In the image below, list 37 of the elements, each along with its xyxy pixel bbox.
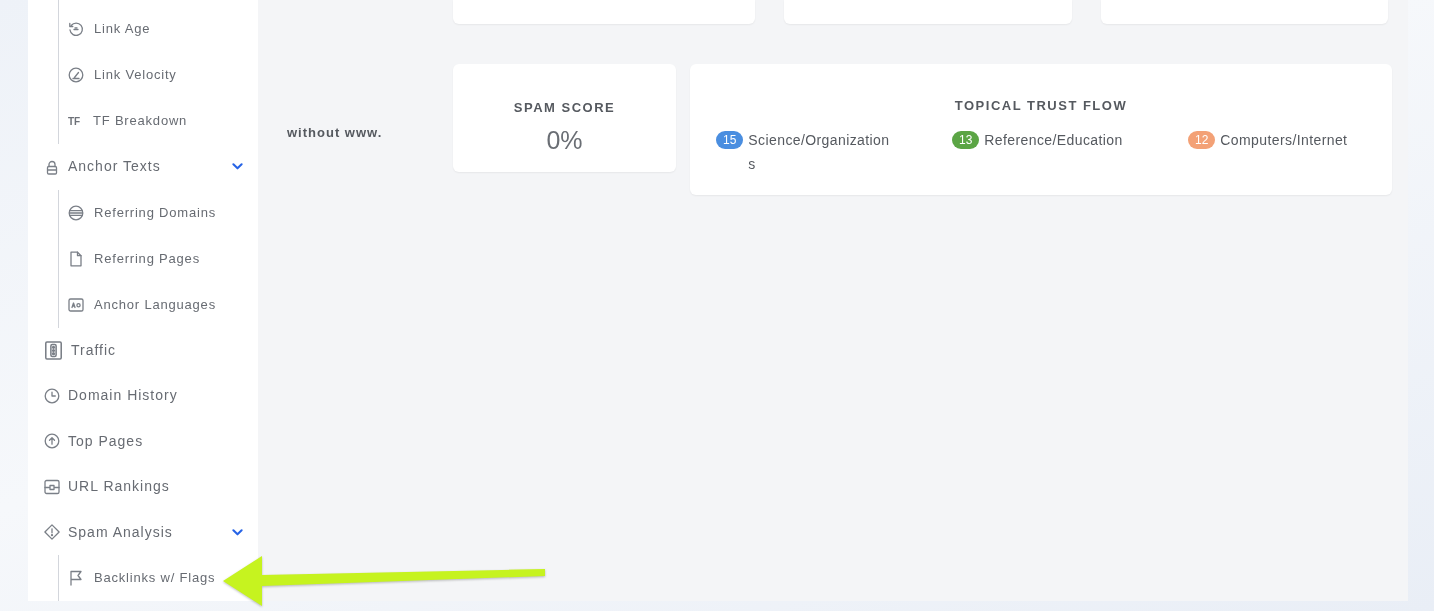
score-badge: 12 <box>1188 131 1216 149</box>
card-title: TOPICAL TRUST FLOW <box>953 98 1129 114</box>
sidebar-item[interactable]: Spam Analysis <box>28 509 258 555</box>
sidebar-subitem[interactable]: Referring Pages <box>59 235 202 282</box>
row-label: without www. <box>287 124 383 142</box>
score-badge: 15 <box>716 131 744 149</box>
traffic-light-icon <box>44 340 63 360</box>
sidebar-subitem[interactable]: Anchor Languages <box>59 281 218 328</box>
sidebar-subitem[interactable]: Backlinks w/ Flags <box>59 555 218 601</box>
sidebar-item[interactable]: URL Rankings <box>28 464 258 510</box>
score-value: 0% <box>545 125 584 155</box>
chevron-down-icon[interactable] <box>232 526 243 538</box>
circular-arrow-icon <box>68 21 84 37</box>
ranking-box-icon <box>44 478 60 495</box>
sidebar-subitem[interactable]: Link Age <box>59 6 153 52</box>
globe-icon <box>68 204 84 221</box>
card-title: SPAM SCORE <box>512 100 617 116</box>
sidebar-item[interactable]: Anchor Texts <box>28 144 258 190</box>
sidebar-item[interactable]: Top Pages <box>28 418 258 464</box>
sidebar-subitem[interactable]: Referring Domains <box>59 189 218 236</box>
warning-diamond-icon <box>44 524 60 541</box>
topic-name: Computers/Internet <box>1220 131 1349 150</box>
sidebar-subitem[interactable]: Link Velocity <box>59 52 179 98</box>
score-badge: 13 <box>952 131 980 149</box>
page-icon <box>68 250 84 267</box>
topic-name: Reference/Education <box>984 131 1124 150</box>
sidebar-item[interactable]: Traffic <box>28 327 258 373</box>
topic-name: Science/Organizations <box>748 131 891 174</box>
clock-icon <box>44 387 60 404</box>
sidebar-item[interactable]: Domain History <box>28 373 258 419</box>
language-tile-icon <box>68 296 84 313</box>
tf-letters-icon: TF <box>68 113 83 129</box>
sidebar-subitem[interactable]: TF TF Breakdown <box>59 98 190 144</box>
lock-icon <box>44 158 60 175</box>
flag-icon <box>68 570 84 586</box>
gauge-icon <box>68 67 84 83</box>
up-arrow-circle-icon <box>44 433 60 450</box>
